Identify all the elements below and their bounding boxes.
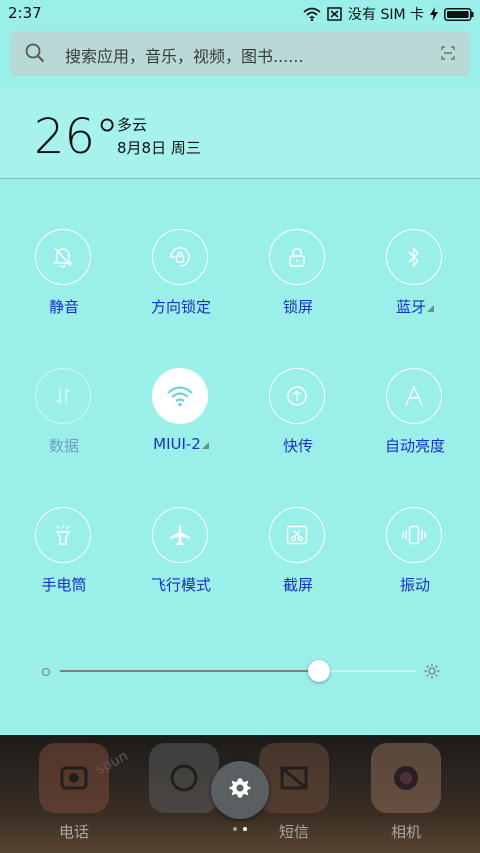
- app-label: 电话: [58, 823, 89, 841]
- page-dot: [233, 827, 237, 831]
- wifi-icon: [152, 368, 208, 424]
- bell-off-icon: [35, 229, 91, 285]
- dock-app-browser[interactable]: [149, 743, 219, 821]
- toggle-airplane-mode[interactable]: 飞行模式: [121, 507, 241, 617]
- toggle-lock-screen[interactable]: 锁屏: [238, 229, 358, 339]
- phone-icon: [39, 743, 109, 813]
- app-label: 相机: [390, 823, 421, 841]
- carrier-text: 没有 SIM 卡: [348, 7, 424, 23]
- toggle-label-text: 蓝牙: [395, 298, 426, 316]
- status-icons: 没有 SIM 卡: [303, 4, 474, 24]
- toggle-label: 快传: [282, 437, 313, 455]
- app-label: 短信: [278, 823, 309, 841]
- lock-icon: [269, 229, 325, 285]
- battery-icon: [444, 7, 474, 21]
- toggle-wifi[interactable]: MIUI-2: [121, 368, 241, 478]
- brightness-high-icon: [424, 663, 440, 683]
- status-bar: 2:37 没有 SIM 卡: [0, 0, 480, 28]
- bluetooth-icon: [386, 229, 442, 285]
- weather-temperature: 26°: [34, 109, 120, 165]
- toggle-mobile-data[interactable]: 数据: [4, 368, 124, 478]
- gear-icon: [228, 776, 252, 804]
- toggle-label-text: MIUI-2: [153, 435, 201, 453]
- toggle-bluetooth[interactable]: 蓝牙: [355, 229, 475, 339]
- brightness-low-icon: [42, 668, 50, 676]
- toggle-screenshot[interactable]: 截屏: [238, 507, 358, 617]
- browser-icon: [149, 743, 219, 813]
- toggle-label: MIUI-2: [121, 435, 241, 453]
- brightness-slider-fill: [60, 670, 319, 672]
- weather-date: 8月8日 周三: [117, 139, 201, 157]
- quick-transfer-icon: [269, 368, 325, 424]
- dock-app-messages[interactable]: 短信: [259, 743, 329, 842]
- settings-button[interactable]: [211, 761, 269, 819]
- vibrate-icon: [386, 507, 442, 563]
- mobile-data-icon: [35, 368, 91, 424]
- scan-icon[interactable]: [441, 45, 455, 64]
- toggle-label: 锁屏: [282, 298, 313, 316]
- toggle-label: 方向锁定: [150, 298, 211, 316]
- dock-app-camera[interactable]: 相机: [371, 743, 441, 842]
- charging-icon: [430, 7, 438, 21]
- expand-arrow-icon: [201, 442, 209, 449]
- expand-arrow-icon: [427, 305, 434, 312]
- toggle-label: 数据: [48, 437, 79, 455]
- page-dot-active: [243, 827, 247, 831]
- dock-app-phone[interactable]: 电话: [39, 743, 109, 842]
- toggle-label: 飞行模式: [150, 576, 211, 594]
- toggle-vibrate[interactable]: 振动: [355, 507, 475, 617]
- auto-brightness-icon: [386, 368, 442, 424]
- toggle-label: 自动亮度: [384, 437, 445, 455]
- wifi-status-icon: [303, 7, 321, 21]
- search-icon: [25, 43, 45, 67]
- toggle-quick-transfer[interactable]: 快传: [238, 368, 358, 478]
- toggle-flashlight[interactable]: 手电筒: [4, 507, 124, 617]
- toggle-label: 静音: [48, 298, 79, 316]
- message-icon: [259, 743, 329, 813]
- no-sim-icon: [327, 7, 342, 21]
- toggle-auto-brightness[interactable]: 自动亮度: [355, 368, 475, 478]
- toggle-label: 手电筒: [41, 576, 87, 594]
- screenshot-icon: [269, 507, 325, 563]
- toggle-label: 振动: [399, 576, 430, 594]
- toggle-label: 截屏: [282, 576, 313, 594]
- search-placeholder: 搜索应用，音乐，视频，图书......: [65, 47, 304, 66]
- brightness-slider-thumb[interactable]: [308, 660, 330, 682]
- toggle-silent[interactable]: 静音: [4, 229, 124, 339]
- toggle-rotation-lock[interactable]: 方向锁定: [121, 229, 241, 339]
- weather-condition: 多云: [117, 116, 148, 134]
- camera-icon: [371, 743, 441, 813]
- rotation-lock-icon: [152, 229, 208, 285]
- airplane-icon: [152, 507, 208, 563]
- status-time: 2:37: [8, 4, 42, 22]
- flashlight-icon: [35, 507, 91, 563]
- search-input[interactable]: 搜索应用，音乐，视频，图书......: [11, 31, 469, 76]
- toggle-label: 蓝牙: [355, 296, 475, 317]
- page-indicator: [233, 827, 247, 831]
